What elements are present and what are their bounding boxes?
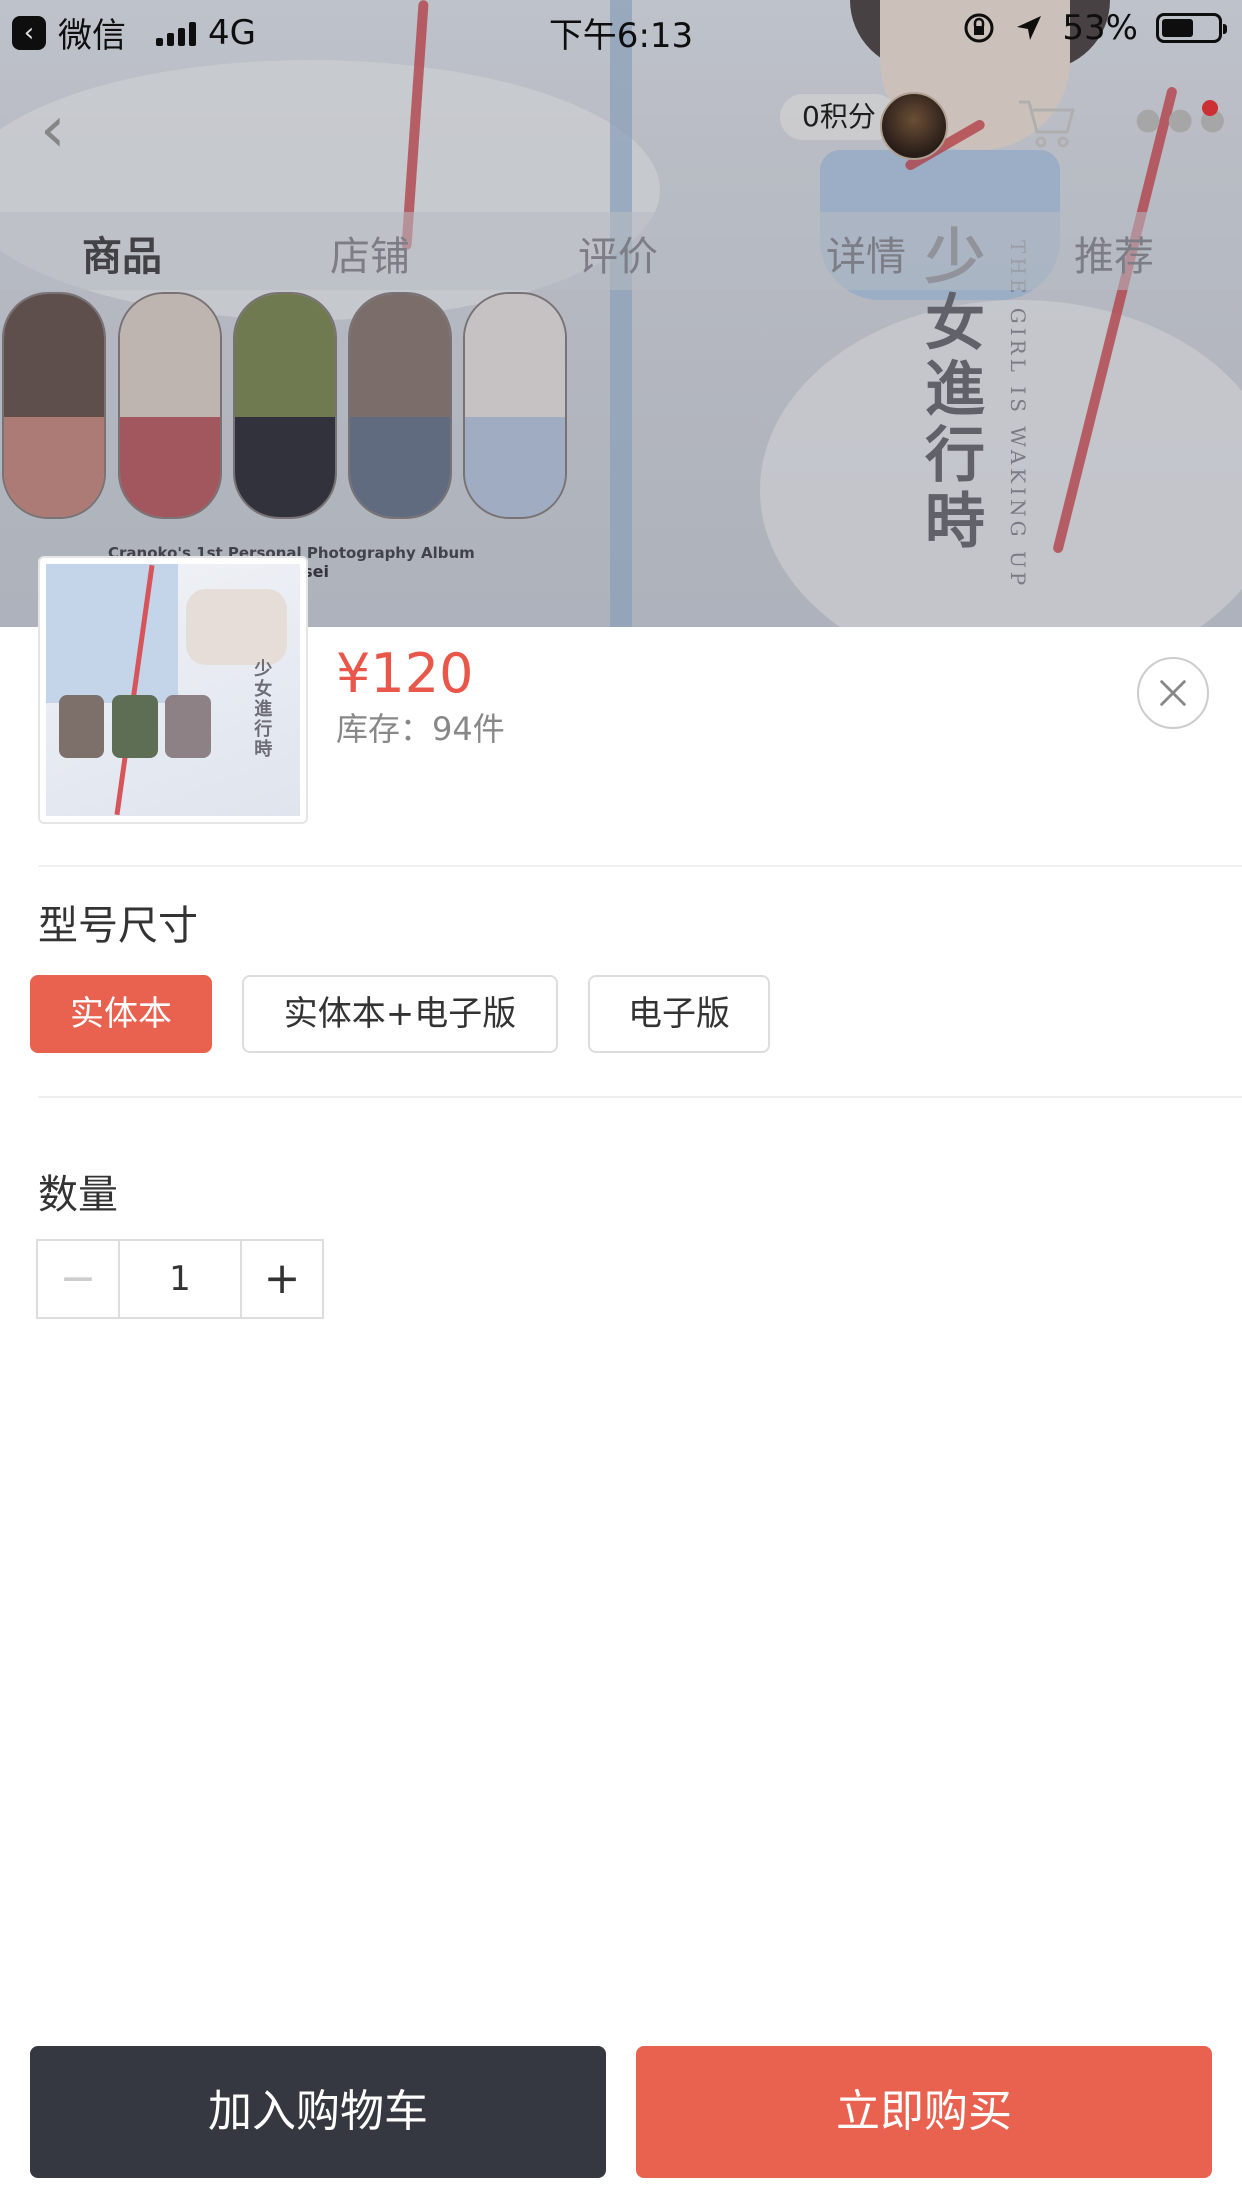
divider <box>38 1096 1242 1098</box>
buy-now-button[interactable]: 立即购买 <box>636 2046 1212 2178</box>
product-price: ¥120 <box>336 642 474 705</box>
quantity-value[interactable]: 1 <box>120 1241 240 1317</box>
dim-overlay[interactable] <box>0 0 1242 627</box>
divider <box>38 865 1242 867</box>
spec-option-digital[interactable]: 电子版 <box>588 975 770 1053</box>
quantity-decrease-button[interactable]: − <box>38 1241 120 1317</box>
spec-heading: 型号尺寸 <box>38 903 198 949</box>
spec-option-physical-plus-digital[interactable]: 实体本+电子版 <box>242 975 558 1053</box>
stock-count: 库存：94件 <box>336 710 505 748</box>
quantity-stepper: − 1 + <box>36 1239 324 1319</box>
add-to-cart-button[interactable]: 加入购物车 <box>30 2046 606 2178</box>
quantity-heading: 数量 <box>38 1172 118 1218</box>
close-icon[interactable] <box>1137 657 1209 729</box>
product-thumbnail: 少女進行時 <box>38 556 308 824</box>
thumbnail-cover-title: 少女進行時 <box>254 658 273 760</box>
quantity-increase-button[interactable]: + <box>240 1241 322 1317</box>
spec-option-physical[interactable]: 实体本 <box>30 975 212 1053</box>
